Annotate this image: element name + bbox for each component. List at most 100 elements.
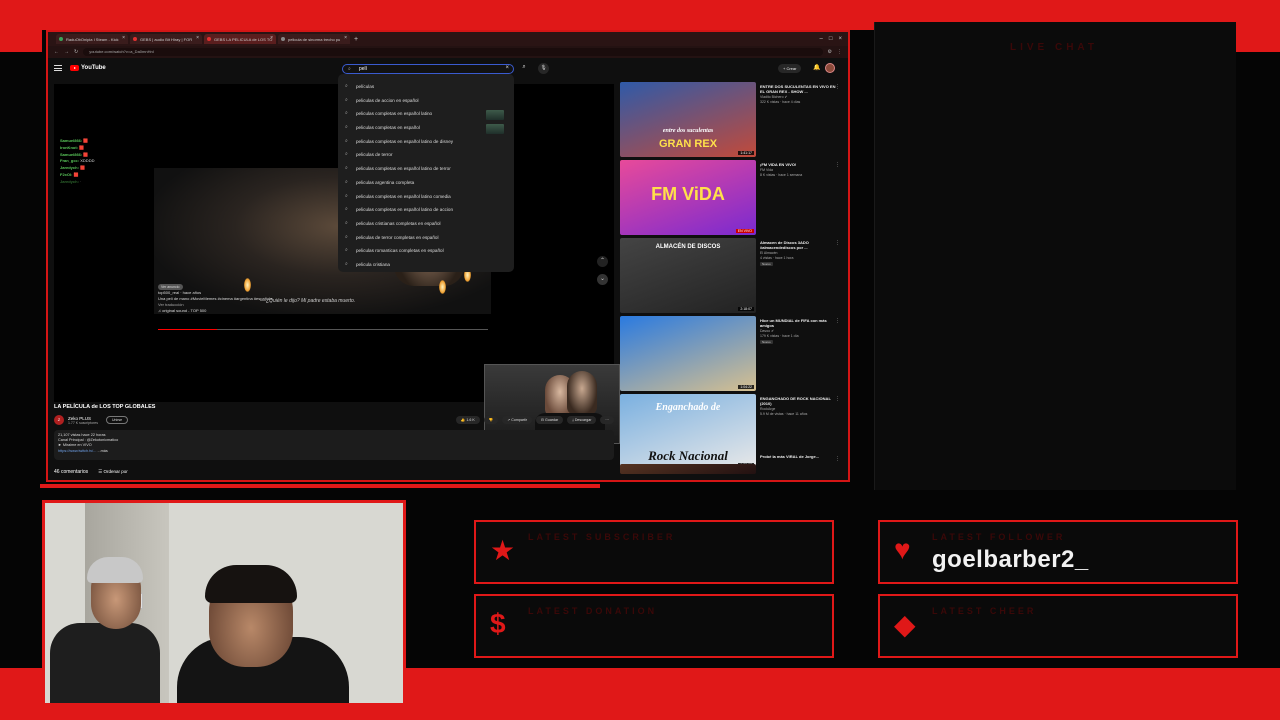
search-suggestion[interactable]: ⌕ peliculas romanticas completas en españ… — [338, 244, 514, 258]
search-button[interactable]: ⌕ — [518, 64, 530, 74]
browser-tab-active[interactable]: GEBS LA PELICULA de LOS TO × — [204, 34, 276, 44]
browser-tab[interactable]: pelicula de sinorma trecho pu × — [278, 34, 350, 44]
search-suggestion[interactable]: ⌕ peliculas cristianas completas en españ… — [338, 217, 514, 231]
close-icon[interactable]: × — [270, 35, 273, 41]
create-button[interactable]: + Crear — [778, 64, 802, 73]
close-icon[interactable]: × — [196, 35, 199, 41]
download-button[interactable]: ⤓ Descargar — [567, 416, 597, 424]
dislike-button[interactable]: 👎 — [483, 416, 499, 424]
latest-cheer-box: ◆ LATEST CHEER — [878, 594, 1238, 658]
recommended-video[interactable]: 1:04:22 Hice un MUNDIAL de FIFA con más a… — [620, 316, 844, 394]
more-options-icon[interactable]: ⋮ — [835, 240, 840, 246]
desc-link[interactable]: https://www.twitch.tv/... — [58, 449, 96, 453]
overlay-right-top-band — [1236, 30, 1280, 52]
search-suggestion[interactable]: ⌕ películas — [338, 80, 514, 94]
video-title[interactable]: ENGANCHADO DE ROCK NACIONAL (2010) — [760, 396, 836, 406]
recommended-video[interactable]: FM ViDA EN VIVO ¡FM VIDA EN VIVO! FM Vida 8 … — [620, 160, 844, 238]
search-suggestion[interactable]: ⌕ pelicula cristiana — [338, 258, 514, 272]
join-button[interactable]: Unirse — [105, 416, 129, 424]
search-suggestion[interactable]: ⌕ peliculas completas en español latino d… — [338, 162, 514, 176]
search-icon: ⌕ — [345, 83, 348, 89]
video-title[interactable]: Probé la más VIRAL de Jorge... — [760, 454, 836, 459]
search-icon: ⌕ — [345, 137, 348, 144]
forward-icon[interactable]: → — [64, 49, 69, 55]
clear-search-icon[interactable]: × — [505, 65, 509, 71]
share-button[interactable]: ↗ Compartir — [502, 416, 533, 424]
save-button[interactable]: ⊟ Guardar — [536, 416, 564, 424]
recommended-video[interactable]: Probé la más VIRAL de Jorge... ⋮ — [620, 454, 844, 474]
search-suggestion[interactable]: ⌕ peliculas completas en español latino d… — [338, 135, 514, 149]
sort-button[interactable]: ☰ Ordenar por — [98, 469, 128, 475]
video-title[interactable]: ENTRE DOS SUCULENTAS EN VIVO EN EL GRAN … — [760, 84, 836, 94]
microphone-icon[interactable]: 🎙 — [538, 63, 549, 74]
search-suggestion[interactable]: ⌕ peliculas completas en español latino d… — [338, 203, 514, 217]
short-sound[interactable]: ♫ original sound - TOP 500 — [158, 308, 206, 313]
channel-row: Z Zeko PLUS 1.77 K suscriptores Unirse 👍… — [54, 414, 614, 426]
search-suggestion[interactable]: ⌕ peliculas argentina completa — [338, 176, 514, 190]
more-options-icon[interactable]: ⋮ — [835, 456, 840, 462]
more-options-icon[interactable]: ⋮ — [835, 318, 840, 324]
video-progress-bar[interactable] — [158, 329, 488, 330]
search-icon: ⌕ — [348, 66, 351, 72]
video-actions: 👍 1.6 K 👎 ↗ Compartir ⊟ Guardar ⤓ Descargar ⋯ — [455, 416, 614, 424]
back-icon[interactable]: ← — [54, 49, 59, 55]
suggestion-text: pelicula cristiana — [356, 261, 390, 267]
next-short-icon[interactable]: ⌄ — [597, 274, 608, 285]
chat-message: 🟥 — [79, 144, 85, 150]
search-suggestion[interactable]: ⌕ peliculas de terror — [338, 148, 514, 162]
reload-icon[interactable]: ↻ — [74, 49, 78, 55]
more-options-icon[interactable]: ⋮ — [835, 84, 840, 90]
new-tab-icon[interactable]: + — [354, 36, 358, 43]
browser-tab[interactable]: GEBS | audio Bit Hiray | FOR × — [130, 34, 202, 44]
diamond-icon: ◆ — [894, 609, 916, 640]
video-thumbnail[interactable] — [620, 464, 756, 474]
hamburger-menu-icon[interactable] — [54, 65, 62, 71]
more-options-icon[interactable]: ⋮ — [835, 396, 840, 402]
close-icon[interactable]: × — [122, 35, 125, 41]
more-actions-button[interactable]: ⋯ — [600, 416, 614, 424]
channel-avatar[interactable]: Z — [54, 415, 64, 425]
search-suggestion[interactable]: ⌕ peliculas completas en español latino — [338, 107, 514, 121]
search-suggestion[interactable]: ⌕ peliculas de accion en español — [338, 94, 514, 108]
browser-tab[interactable]: RaduObOnipia I Steam - Kick × — [56, 34, 128, 44]
previous-short-icon[interactable]: ⌃ — [597, 256, 608, 267]
maximize-icon[interactable]: □ — [829, 36, 833, 42]
video-thumbnail[interactable]: entre dos suculentas GRAN REX 1:41:17 — [620, 82, 756, 157]
short-user[interactable]: top500_real · hace años — [158, 290, 201, 295]
close-icon[interactable]: × — [344, 35, 347, 41]
recommended-video[interactable]: entre dos suculentas GRAN REX 1:41:17 ENTRE… — [620, 82, 844, 160]
like-button[interactable]: 👍 1.6 K — [455, 416, 480, 424]
search-icon: ⌕ — [345, 96, 348, 103]
translate-link[interactable]: Ver traducción — [158, 302, 184, 307]
search-input[interactable]: ⌕ pelí × — [342, 64, 514, 74]
comments-header: 46 comentarios ☰ Ordenar por — [54, 469, 128, 475]
video-thumbnail[interactable]: ALMACÉN DE DISCOS 2:18:07 — [620, 238, 756, 313]
suggestion-text: películas — [356, 84, 375, 89]
url-field[interactable]: youtube.com/watch?v=a_Da0mnHnI — [83, 48, 823, 56]
account-avatar[interactable] — [825, 63, 835, 73]
video-thumbnail[interactable]: 1:04:22 — [620, 316, 756, 391]
video-title[interactable]: ¡FM VIDA EN VIVO! — [760, 162, 836, 167]
desc-more[interactable]: ...más — [97, 449, 107, 453]
recommended-video[interactable]: ALMACÉN DE DISCOS 2:18:07 Almacen de Disco… — [620, 238, 844, 316]
video-title[interactable]: Almacen de Discos 3ADO #almacendediscos … — [760, 240, 836, 250]
chat-line: Samuel866: 🟥 — [60, 138, 94, 145]
minimize-icon[interactable]: – — [820, 36, 823, 42]
suggestion-text: peliculas de accion en español — [356, 97, 419, 103]
notifications-bell-icon[interactable]: 🔔 — [813, 64, 820, 71]
youtube-logo[interactable]: YouTube — [70, 65, 106, 71]
video-title[interactable]: Hice un MUNDIAL de FIFA con más amigos — [760, 318, 836, 328]
search-suggestion[interactable]: ⌕ peliculas de terror completas en españo… — [338, 231, 514, 245]
search-suggestion[interactable]: ⌕ peliculas completas en español — [338, 121, 514, 135]
search-suggestion[interactable]: ⌕ peliculas completas en español latino c… — [338, 190, 514, 204]
browser-menu-icon[interactable]: ⋮ — [837, 49, 848, 55]
video-meta: 322 K vistas · hace 4 días — [760, 99, 801, 104]
latest-donation-box: $ LATEST DONATION — [474, 594, 834, 658]
close-window-icon[interactable]: × — [838, 36, 842, 42]
more-options-icon[interactable]: ⋮ — [835, 162, 840, 168]
extensions-icon[interactable]: ⚙ — [828, 49, 832, 55]
video-player[interactable]: Samuel866: 🟥 IronKnot: 🟥 Samuel866: 🟥 Fran_… — [54, 84, 620, 445]
chat-user: Jaredych: — [60, 165, 79, 171]
video-thumbnail[interactable]: FM ViDA EN VIVO — [620, 160, 756, 235]
video-description[interactable]: 21,107 vistas hace 22 horas Canal Princi… — [54, 430, 614, 460]
